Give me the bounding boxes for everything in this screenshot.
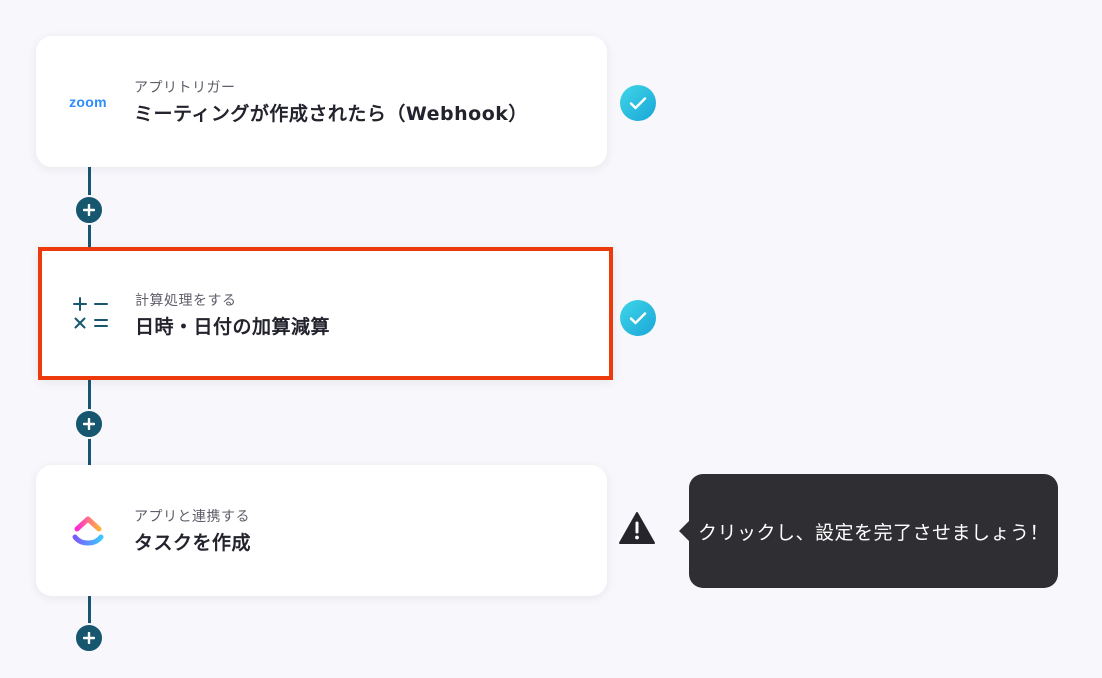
check-icon [620,85,656,121]
add-step-button[interactable] [74,195,104,225]
calculator-operators-icon [69,292,113,336]
step-card-clickup-task[interactable]: アプリと連携する タスクを作成 [36,465,607,596]
step-subtitle: アプリトリガー [134,80,236,96]
add-step-button[interactable] [74,409,104,439]
step-card-zoom-trigger[interactable]: zoom アプリトリガー ミーティングが作成されたら（Webhook） [36,36,607,167]
tooltip-text: クリックし、設定を完了させましょう！ [697,521,1049,544]
setup-hint-tooltip: クリックし、設定を完了させましょう！ [679,474,1058,588]
step-title: 日時・日付の加算減算 [135,316,331,338]
plus-icon [83,418,95,430]
step-subtitle: 計算処理をする [135,293,237,309]
step-subtitle: アプリと連携する [134,509,250,525]
clickup-logo [66,509,110,553]
warning-icon [618,511,656,549]
zoom-logo: zoom [69,93,107,110]
step-card-calculation[interactable]: 計算処理をする 日時・日付の加算減算 [38,247,613,380]
plus-icon [83,632,95,644]
step-title: タスクを作成 [134,532,252,554]
plus-icon [83,204,95,216]
workflow-canvas: zoom アプリトリガー ミーティングが作成されたら（Webhook） 計算処理… [0,0,1102,678]
add-step-button[interactable] [74,623,104,653]
step-title: ミーティングが作成されたら（Webhook） [134,103,528,125]
check-icon [620,300,656,336]
